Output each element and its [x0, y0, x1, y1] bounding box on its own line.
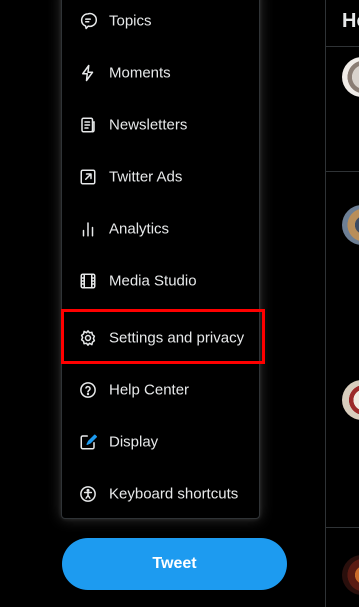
topics-icon	[78, 11, 98, 31]
display-icon	[78, 432, 98, 452]
menu-item-twitter-ads[interactable]: Twitter Ads	[62, 151, 259, 203]
menu-item-topics[interactable]: Topics	[62, 0, 259, 47]
menu-item-analytics[interactable]: Analytics	[62, 203, 259, 255]
avatar[interactable]	[342, 205, 359, 245]
divider	[326, 527, 359, 528]
avatar[interactable]	[342, 57, 359, 97]
menu-item-help-center[interactable]: Help Center	[62, 364, 259, 416]
divider	[326, 46, 359, 47]
menu-item-settings-and-privacy[interactable]: Settings and privacy	[62, 312, 259, 364]
help-icon	[78, 380, 98, 400]
more-menu: Topics Moments Newsletters Twitter Ads A…	[61, 0, 260, 519]
avatar[interactable]	[342, 555, 359, 595]
avatar[interactable]	[342, 380, 359, 420]
gear-icon	[78, 328, 98, 348]
analytics-icon	[78, 219, 98, 239]
external-link-icon	[78, 167, 98, 187]
menu-item-keyboard-shortcuts[interactable]: Keyboard shortcuts	[62, 468, 259, 520]
menu-item-label: Newsletters	[109, 116, 188, 134]
menu-item-display[interactable]: Display	[62, 416, 259, 468]
divider	[326, 171, 359, 172]
newsletter-icon	[78, 115, 98, 135]
menu-item-label: Topics	[109, 12, 152, 30]
menu-item-label: Media Studio	[109, 272, 197, 290]
menu-item-label: Moments	[109, 64, 171, 82]
lightning-icon	[78, 63, 98, 83]
menu-item-label: Settings and privacy	[109, 329, 245, 347]
menu-item-moments[interactable]: Moments	[62, 47, 259, 99]
accessibility-icon	[78, 484, 98, 504]
menu-item-label: Analytics	[109, 220, 170, 238]
menu-item-newsletters[interactable]: Newsletters	[62, 99, 259, 151]
menu-item-label: Keyboard shortcuts	[109, 485, 239, 503]
menu-item-label: Help Center	[109, 381, 190, 399]
home-timeline: Home	[325, 0, 359, 607]
film-icon	[78, 271, 98, 291]
app-window: Topics Moments Newsletters Twitter Ads A…	[0, 0, 359, 607]
menu-item-label: Twitter Ads	[109, 168, 183, 186]
menu-item-media-studio[interactable]: Media Studio	[62, 255, 259, 307]
page-title: Home	[342, 10, 359, 32]
menu-item-label: Display	[109, 433, 159, 451]
tweet-button[interactable]: Tweet	[62, 538, 287, 590]
